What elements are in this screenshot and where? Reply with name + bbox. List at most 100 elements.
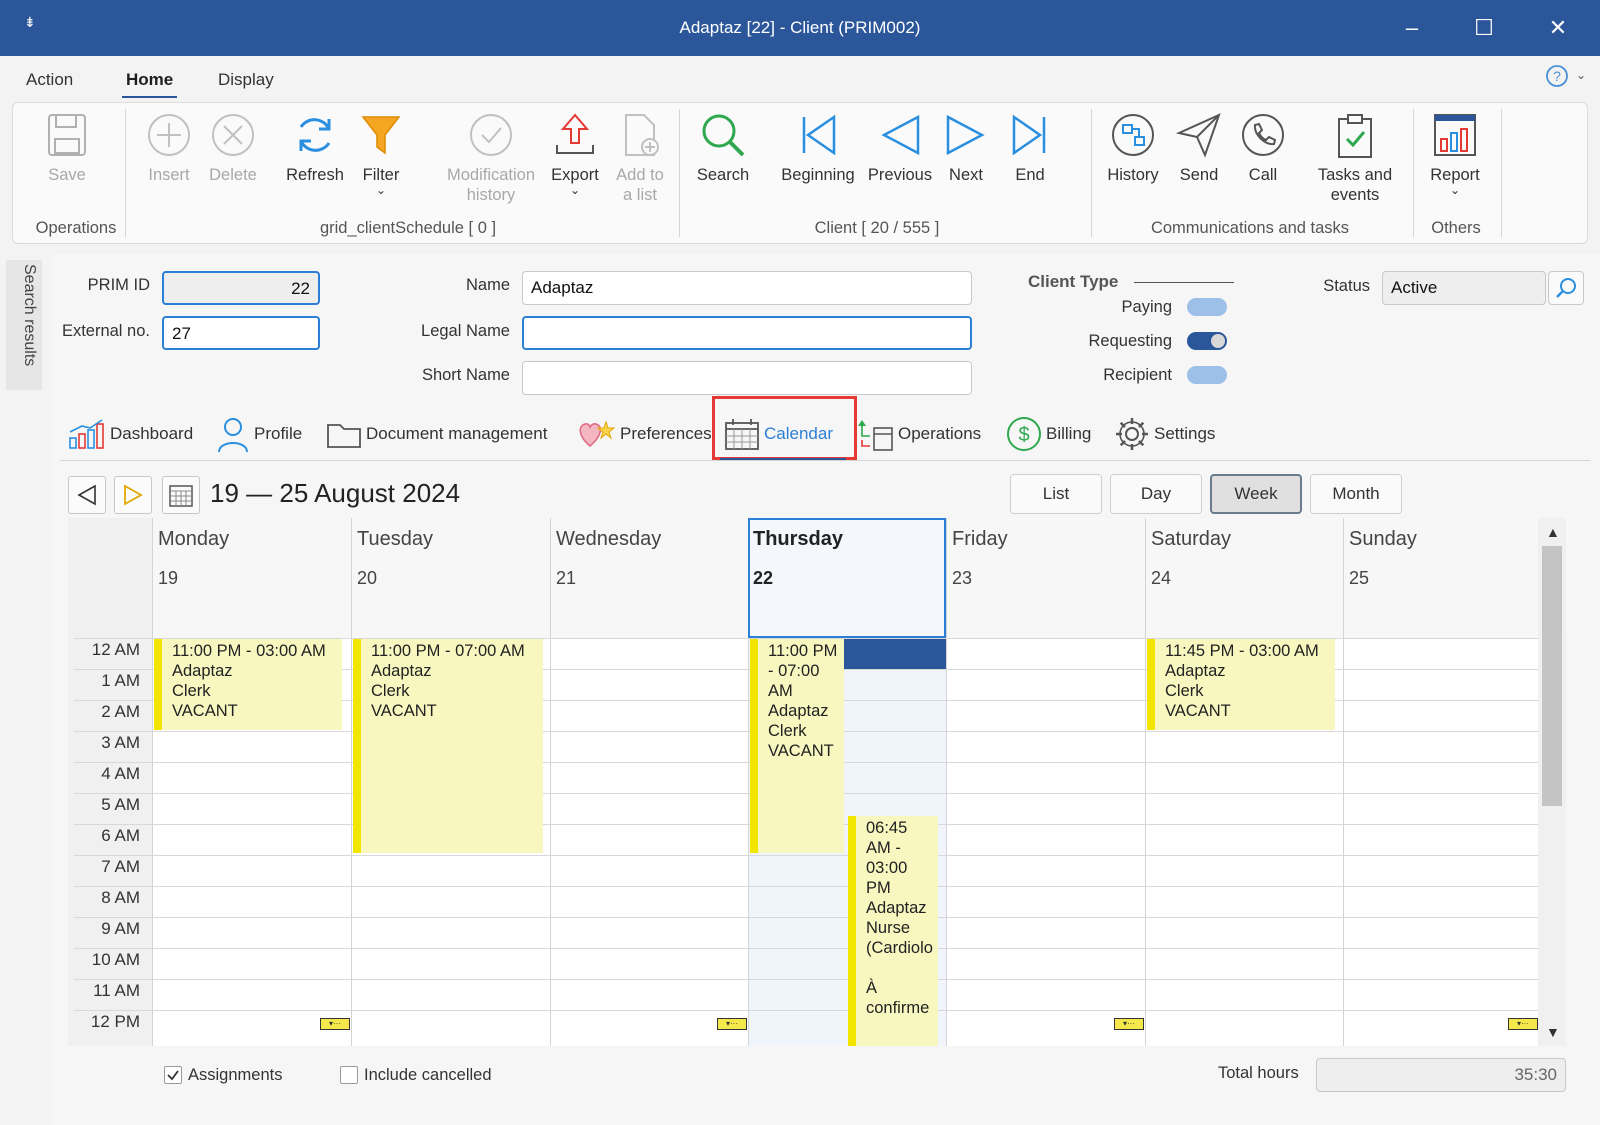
export-icon	[556, 113, 594, 154]
tab-settings[interactable]: Settings	[1114, 414, 1215, 454]
beginning-button[interactable]: Beginning	[777, 111, 859, 185]
delete-button[interactable]: Delete	[203, 111, 263, 185]
calendar-prev-button[interactable]	[68, 476, 106, 514]
call-button[interactable]: Call	[1239, 111, 1287, 185]
day-header-friday[interactable]: Friday 23	[946, 518, 1145, 638]
more-events-icon[interactable]: ▾···	[1114, 1018, 1144, 1030]
tab-operations[interactable]: Operations	[856, 414, 981, 454]
dashboard-chart-icon	[69, 419, 104, 449]
day-header-saturday[interactable]: Saturday 24	[1145, 518, 1343, 638]
hour-label: 2 AM	[101, 702, 140, 721]
modification-history-button[interactable]: Modification history	[437, 111, 545, 205]
requesting-toggle[interactable]	[1187, 332, 1227, 350]
maximize-icon[interactable]: ☐	[1462, 10, 1506, 46]
scroll-up-icon[interactable]: ▲	[1546, 524, 1560, 540]
calendar-event[interactable]: 06:45 AM -03:00 PM Adaptaz Nurse (Cardiolo Àco…	[848, 816, 938, 1046]
previous-icon	[77, 484, 96, 506]
window-title: Adaptaz [22] - Client (PRIM002)	[679, 18, 921, 37]
scroll-down-icon[interactable]: ▼	[1546, 1024, 1560, 1040]
legal-name-field[interactable]	[522, 316, 972, 350]
assignments-label: Assignments	[188, 1066, 283, 1084]
paying-toggle[interactable]	[1187, 298, 1227, 316]
day-header-tuesday[interactable]: Tuesday 20	[351, 518, 550, 638]
next-button[interactable]: Next	[939, 111, 993, 185]
more-events-icon[interactable]: ▾···	[1508, 1018, 1538, 1030]
report-chart-icon	[1434, 114, 1476, 156]
add-to-list-button[interactable]: Add to a list	[609, 111, 671, 205]
more-events-icon[interactable]: ▾···	[717, 1018, 747, 1030]
history-button[interactable]: History	[1101, 111, 1165, 185]
history-icon	[1112, 114, 1154, 156]
include-cancelled-checkbox[interactable]	[340, 1066, 358, 1084]
close-icon[interactable]: ✕	[1536, 10, 1580, 46]
group-client: Client [ 20 / 555 ]	[814, 219, 940, 237]
day-header-wednesday[interactable]: Wednesday 21	[550, 518, 748, 638]
name-field[interactable]: Adaptaz	[522, 271, 972, 305]
tab-billing-label: Billing	[1046, 424, 1092, 443]
calendar-event[interactable]: 11:00 PM - 07:00 AM Adaptaz Clerk VACANT	[353, 639, 543, 853]
selected-time-slot[interactable]	[844, 639, 946, 669]
status-field[interactable]: Active	[1382, 271, 1546, 305]
tab-calendar[interactable]: Calendar	[724, 414, 833, 454]
minimize-icon[interactable]: –	[1390, 10, 1434, 46]
prim-id-label: PRIM ID	[87, 276, 150, 294]
report-button[interactable]: Report ⌄	[1423, 111, 1487, 196]
search-button[interactable]: Search	[693, 111, 753, 185]
short-name-field[interactable]	[522, 361, 972, 395]
view-list-button[interactable]: List	[1010, 474, 1102, 514]
search-results-panel: Search results	[0, 254, 52, 1125]
svg-text:?: ?	[1553, 68, 1561, 84]
tab-preferences[interactable]: Preferences	[576, 414, 712, 454]
previous-button[interactable]: Previous	[865, 111, 935, 185]
profile-icon	[218, 418, 248, 452]
filter-button[interactable]: Filter ⌄	[353, 111, 409, 196]
tab-profile-label: Profile	[254, 424, 303, 443]
view-day-button[interactable]: Day	[1110, 474, 1202, 514]
tab-display[interactable]: Display	[218, 70, 274, 90]
calendar-next-button[interactable]	[114, 476, 152, 514]
ribbon-collapse-icon[interactable]: ⌄	[1576, 68, 1586, 82]
tab-billing[interactable]: $ Billing	[1006, 414, 1091, 454]
save-button[interactable]: Save	[39, 111, 95, 185]
status-label: Status	[1323, 277, 1370, 295]
calendar-event[interactable]: 11:00 PM - 07:00 AM Adaptaz Clerk VACANT	[750, 639, 844, 853]
calendar-event[interactable]: 11:00 PM - 03:00 AM Adaptaz Clerk VACANT	[154, 639, 342, 730]
send-icon	[1175, 113, 1221, 158]
external-no-field[interactable]: 27	[162, 316, 320, 350]
hour-label: 7 AM	[101, 857, 140, 876]
tab-profile[interactable]: Profile	[216, 414, 302, 454]
view-week-button[interactable]: Week	[1210, 474, 1302, 514]
day-header-thursday[interactable]: Thursday 22	[748, 518, 946, 638]
ribbon: Save Operations Insert Delete Refresh Fi…	[0, 98, 1600, 254]
refresh-button[interactable]: Refresh	[283, 111, 347, 185]
folder-icon	[327, 424, 361, 448]
end-button[interactable]: End	[1003, 111, 1057, 185]
view-month-button[interactable]: Month	[1310, 474, 1402, 514]
scrollbar-thumb[interactable]	[1542, 546, 1562, 806]
send-button[interactable]: Send	[1173, 111, 1225, 185]
day-header-sunday[interactable]: Sunday 25	[1343, 518, 1538, 638]
export-button[interactable]: Export ⌄	[547, 111, 603, 196]
calendar-date-picker-button[interactable]	[162, 476, 200, 514]
search-results-label: Search results	[21, 264, 38, 367]
recipient-toggle[interactable]	[1187, 366, 1227, 384]
first-record-icon	[802, 114, 836, 156]
calendar-event[interactable]: 11:45 PM - 03:00 AM Adaptaz Clerk VACANT	[1147, 639, 1335, 730]
status-search-button[interactable]	[1548, 271, 1584, 305]
help-icon[interactable]: ?	[1545, 64, 1571, 90]
hour-label: 12 PM	[90, 1012, 140, 1031]
prim-id-field[interactable]: 22	[162, 271, 320, 305]
insert-button[interactable]: Insert	[141, 111, 197, 185]
more-events-icon[interactable]: ▾···	[320, 1018, 350, 1030]
tab-operations-label: Operations	[898, 424, 982, 443]
tab-home[interactable]: Home	[121, 70, 178, 99]
assignments-checkbox[interactable]	[164, 1066, 182, 1084]
tab-document-management[interactable]: Document management	[326, 414, 547, 454]
total-hours-field: 35:30	[1316, 1058, 1566, 1092]
tab-calendar-label: Calendar	[764, 424, 833, 443]
tasks-events-button[interactable]: Tasks and events	[1309, 111, 1401, 205]
tab-action[interactable]: Action	[26, 70, 73, 90]
billing-dollar-icon: $	[1007, 417, 1041, 451]
tab-dashboard[interactable]: Dashboard	[68, 414, 193, 454]
day-header-monday[interactable]: Monday 19	[152, 518, 351, 638]
